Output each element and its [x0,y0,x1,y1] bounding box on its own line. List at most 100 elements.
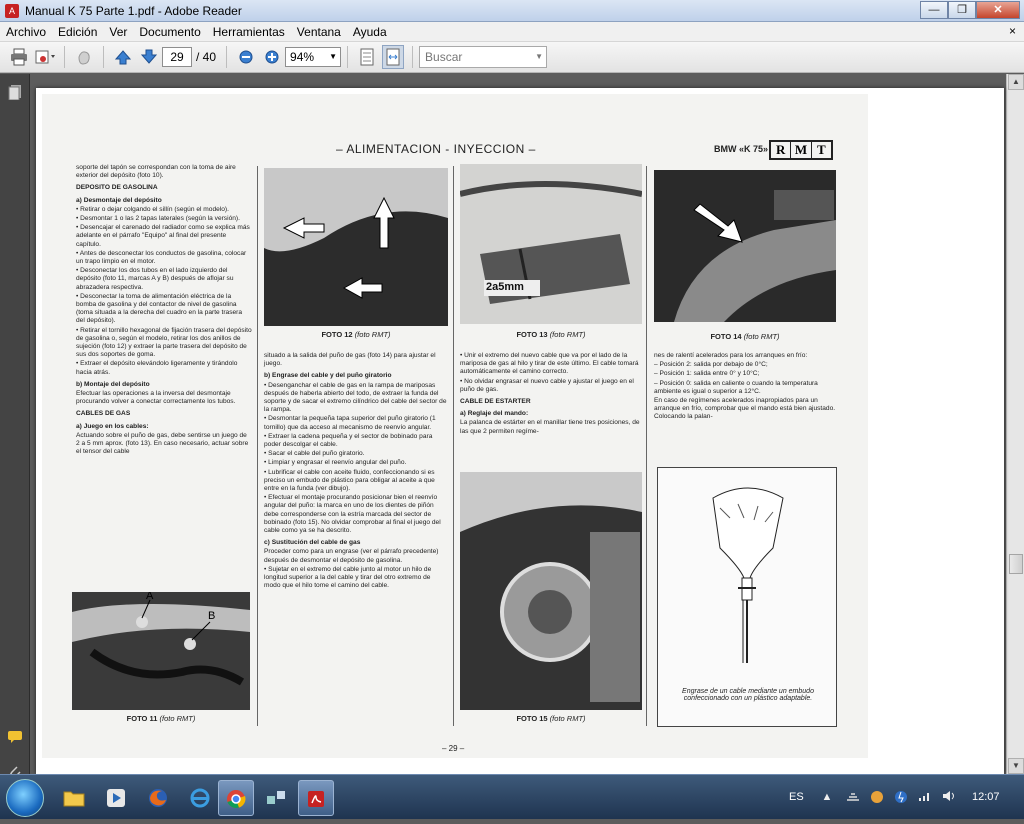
network-app-icon[interactable] [258,780,294,816]
menu-bar: Archivo Edición Ver Documento Herramient… [0,22,1024,42]
chrome-icon[interactable] [218,780,254,816]
list-item: • Antes de desconectar los conductos de … [76,249,247,266]
hand-tool-icon[interactable] [73,45,95,69]
explorer-icon[interactable] [56,780,92,816]
search-input[interactable]: Buscar ▼ [419,46,548,68]
pdf-page: – ALIMENTACION - INYECCION – BMW «K 75» … [36,88,1004,774]
list-item: • Sujetar en el extremo del cable junto … [264,565,432,590]
scroll-up-arrow-icon[interactable]: ▲ [1008,74,1024,90]
chevron-down-icon: ▼ [535,52,544,61]
title-bar: A Manual K 75 Parte 1.pdf - Adobe Reader… [0,0,1024,22]
caption-source: (foto RMT) [549,714,586,723]
menu-ventana[interactable]: Ventana [291,25,347,39]
pages-icon[interactable] [7,84,23,101]
caption-source: (foto RMT) [743,332,780,341]
diagram-caption: Engrase de un cable mediante un embudo c… [682,688,814,702]
page-header-title: – ALIMENTACION - INYECCION – [336,142,536,156]
volume-icon[interactable] [942,790,956,804]
logo-letter: T [816,142,826,157]
paragraph: nes de ralentí acelerados para los arran… [654,352,808,359]
print-icon[interactable] [8,45,30,69]
paragraph: En caso de regímenes acelerados inapropi… [654,397,836,421]
internet-explorer-icon[interactable] [182,780,218,816]
zoom-level-value: 94% [290,50,315,64]
subsection-heading: a) Desmontaje del depósito [76,196,162,204]
list-item: • Unir el extremo del nuevo cable que va… [460,352,639,376]
list-item: • Lubrificar el cable con aceite fluido,… [264,468,435,493]
media-player-icon[interactable] [98,780,134,816]
list-item: – Posición 2: salida por debajo de 0°C; [654,361,768,369]
photo-15-caption: FOTO 15 (foto RMT) [460,714,642,723]
caption-number: FOTO 14 [710,332,742,341]
menu-edicion[interactable]: Edición [52,25,103,39]
menu-archivo[interactable]: Archivo [0,25,52,39]
toolbar-separator [412,46,414,68]
fit-width-icon[interactable] [382,45,405,69]
scrollbar-thumb[interactable] [1009,554,1023,574]
signal-strength-icon[interactable] [918,790,932,804]
list-item: • Desmontar la pequeña tapa superior del… [264,415,436,431]
list-item: • Desmontar 1 o las 2 tapas laterales (s… [76,215,240,223]
comment-icon[interactable] [7,730,23,746]
list-item: • Desenganchar el cable de gas en la ram… [264,381,447,414]
scanned-page: – ALIMENTACION - INYECCION – BMW «K 75» … [42,94,868,758]
firefox-icon[interactable] [140,780,176,816]
column-divider [257,166,258,726]
caption-source: (foto RMT) [159,714,196,723]
page-number-input[interactable]: 29 [162,47,192,67]
subsection-heading: c) Sustitución del cable de gas [264,539,361,547]
text-column-3: • Unir el extremo del nuevo cable que va… [460,352,642,437]
clock[interactable]: 12:07 [972,775,1000,820]
update-tray-icon[interactable] [870,790,884,804]
caption-source: (foto RMT) [549,330,586,339]
previous-page-icon[interactable] [112,45,134,69]
window-title: Manual K 75 Parte 1.pdf - Adobe Reader [25,3,242,18]
list-item: • No olvidar engrasar el nuevo cable y a… [460,377,634,393]
text-column-4: nes de ralentí acelerados para los arran… [654,352,838,423]
photo-13-caption: FOTO 13 (foto RMT) [460,330,642,339]
subsection-heading: a) Juego en los cables: [76,422,149,430]
language-indicator[interactable]: ES [789,775,804,820]
text-column-2: situado a la salida del puño de gas (fot… [264,352,448,591]
paragraph: situado a la salida del puño de gas (fot… [264,352,436,368]
menu-herramientas[interactable]: Herramientas [207,25,291,39]
zoom-out-icon[interactable] [235,45,257,69]
close-button[interactable]: ✕ [976,1,1020,19]
menu-ayuda[interactable]: Ayuda [347,25,393,39]
list-item: • Extraer la cadena pequeña y el sector … [264,432,433,449]
show-hidden-icons-icon[interactable]: ▲ [820,790,834,804]
next-page-icon[interactable] [138,45,160,69]
adobe-reader-icon: A [5,3,19,18]
adobe-reader-taskbar-icon[interactable] [298,780,334,816]
photo-12 [264,168,448,326]
vertical-scrollbar[interactable]: ▲ ▼ [1006,74,1024,774]
photo-12-caption: FOTO 12 (foto RMT) [264,330,448,339]
photo-11: A B [72,592,250,710]
fit-page-icon[interactable] [356,45,378,69]
network-tray-icon[interactable] [846,790,860,804]
search-placeholder: Buscar [425,50,463,64]
photo-14 [654,170,836,322]
document-close-button[interactable]: × [1009,24,1016,38]
menu-documento[interactable]: Documento [133,25,206,39]
menu-ver[interactable]: Ver [103,25,133,39]
toolbar: 29 / 40 94% ▼ Buscar ▼ [0,42,1024,73]
navigation-panel [0,74,30,778]
maximize-button[interactable]: ❐ [948,1,976,19]
page-total: / 40 [196,50,217,64]
minimize-button[interactable]: — [920,1,948,19]
paragraph: La palanca de estárter en el manillar ti… [460,419,640,435]
start-button[interactable] [6,779,44,817]
caption-number: FOTO 12 [321,330,353,339]
list-item: • Efectuar el montaje procurando posicio… [264,494,441,535]
list-item: – Posición 0: salida en caliente o cuand… [654,379,818,395]
security-tray-icon[interactable] [894,790,908,804]
scroll-down-arrow-icon[interactable]: ▼ [1008,758,1024,774]
zoom-level-select[interactable]: 94% ▼ [285,47,342,67]
list-item: • Desconectar la toma de alimentación el… [76,292,243,325]
photo-13: 2a5mm [460,164,642,324]
toolbar-separator [103,46,104,68]
subsection-heading: a) Reglaje del mando: [460,410,529,418]
zoom-in-icon[interactable] [261,45,283,69]
email-icon[interactable] [34,45,56,69]
